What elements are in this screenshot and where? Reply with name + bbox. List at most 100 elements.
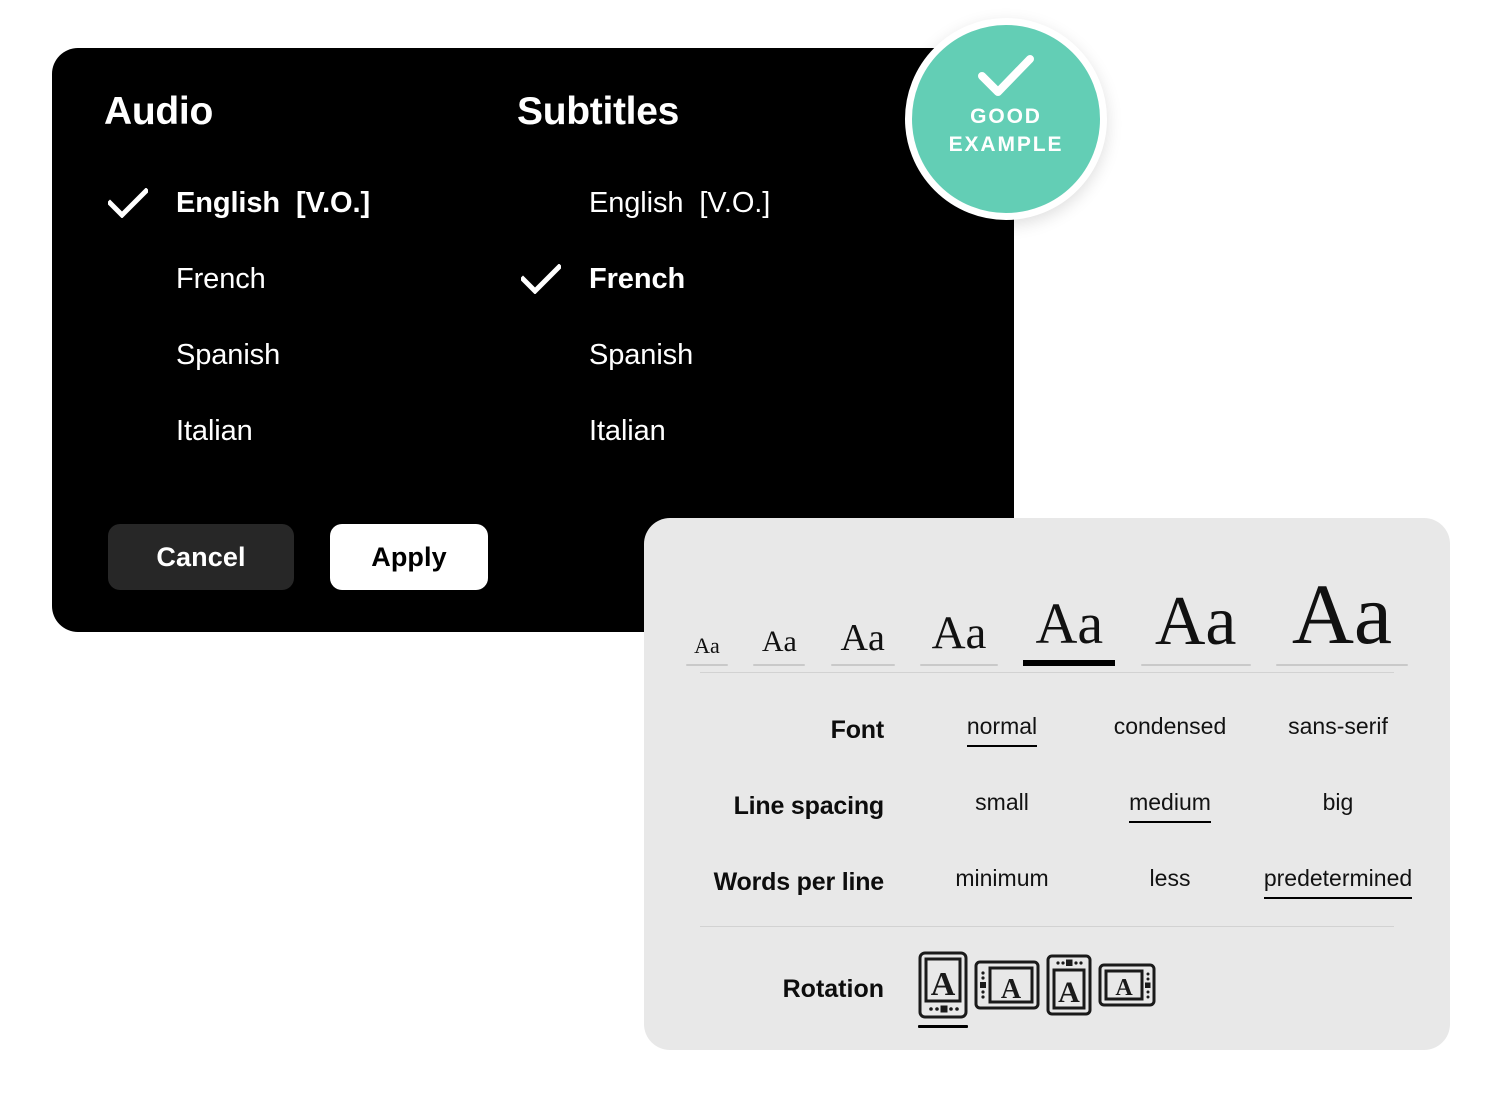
screenshot-stage: Audio English [V.O.] French Spanish Ital… — [0, 0, 1500, 1100]
audio-option-label: Italian — [176, 414, 253, 447]
font-size-glyph: Aa — [694, 633, 720, 658]
rotation-options: A A A A — [918, 951, 1156, 1028]
subtitles-column: Subtitles English [V.O.] French Spanish … — [517, 92, 937, 469]
font-option-label: sans-serif — [1288, 713, 1388, 739]
font-option-sans-serif[interactable]: sans-serif — [1254, 713, 1422, 747]
svg-text:A: A — [1001, 974, 1022, 1005]
font-size-glyph: Aa — [1154, 583, 1237, 660]
audio-option-list: English [V.O.] French Spanish Italian — [104, 165, 504, 469]
words-per-line-option-label: minimum — [955, 865, 1049, 891]
font-size-underline — [830, 664, 895, 666]
font-option-label: normal — [966, 713, 1038, 747]
setting-row-rotation: Rotation A A A A — [672, 948, 1422, 1030]
rotation-option-2[interactable]: A — [974, 960, 1040, 1019]
words-per-line-option-label: less — [1149, 865, 1191, 891]
subtitles-option-french[interactable]: French — [517, 241, 937, 317]
font-size-option-4[interactable]: Aa — [919, 607, 998, 666]
font-option-condensed[interactable]: condensed — [1086, 713, 1254, 747]
good-example-badge: GOOD EXAMPLE — [905, 18, 1107, 220]
cancel-button[interactable]: Cancel — [108, 524, 294, 590]
text-settings-panel: Aa Aa Aa Aa Aa Aa Aa Font normal condens… — [644, 518, 1450, 1050]
font-size-option-3[interactable]: Aa — [830, 617, 895, 666]
setting-options-font: normal condensed sans-serif — [918, 713, 1422, 747]
audio-option-label: Spanish — [176, 338, 281, 371]
subtitles-option-label: English [V.O.] — [589, 186, 771, 219]
audio-option-label: English [V.O.] — [176, 186, 371, 219]
line-spacing-option-big[interactable]: big — [1254, 789, 1422, 823]
badge-text: GOOD EXAMPLE — [949, 103, 1064, 158]
device-landscape-right-icon: A — [1098, 963, 1156, 1007]
subtitles-option-label: Italian — [589, 414, 666, 447]
check-icon — [978, 55, 1034, 97]
line-spacing-option-medium[interactable]: medium — [1086, 789, 1254, 823]
device-landscape-left-icon: A — [974, 960, 1040, 1010]
audio-option-italian[interactable]: Italian — [104, 393, 504, 469]
font-size-sampler: Aa Aa Aa Aa Aa Aa Aa — [672, 544, 1422, 666]
rotation-underline — [918, 1024, 968, 1028]
font-size-option-1[interactable]: Aa — [686, 635, 728, 666]
font-size-glyph: Aa — [1035, 591, 1104, 656]
font-option-normal[interactable]: normal — [918, 713, 1086, 747]
check-icon — [108, 188, 148, 218]
font-size-glyph: Aa — [761, 625, 797, 658]
font-size-underline — [1140, 664, 1251, 666]
font-size-option-6[interactable]: Aa — [1140, 583, 1251, 666]
words-per-line-option-less[interactable]: less — [1086, 865, 1254, 899]
subtitles-option-italian[interactable]: Italian — [517, 393, 937, 469]
divider-bottom — [700, 926, 1394, 927]
line-spacing-option-label: small — [975, 789, 1029, 815]
setting-label-words-per-line: Words per line — [713, 867, 885, 896]
font-size-glyph: Aa — [840, 617, 885, 659]
audio-english-check-slot — [104, 188, 176, 218]
font-size-underline — [1023, 660, 1116, 666]
font-size-underline — [753, 664, 806, 666]
setting-label-rotation: Rotation — [782, 974, 884, 1003]
device-portrait-up-icon: A — [918, 951, 968, 1019]
text-settings-inner: Aa Aa Aa Aa Aa Aa Aa Font normal condens… — [672, 518, 1422, 1050]
subtitles-option-label: Spanish — [589, 338, 694, 371]
device-portrait-down-icon: A — [1046, 954, 1092, 1016]
line-spacing-option-label: big — [1322, 789, 1354, 815]
font-size-option-7[interactable]: Aa — [1275, 566, 1408, 666]
setting-row-font: Font normal condensed sans-serif — [672, 692, 1422, 768]
audio-column: Audio English [V.O.] French Spanish Ital… — [104, 92, 504, 469]
subtitles-option-label: French — [589, 262, 686, 295]
font-size-glyph: Aa — [1291, 566, 1393, 662]
font-size-option-5[interactable]: Aa — [1023, 591, 1116, 666]
svg-text:A: A — [1058, 976, 1080, 1009]
rotation-underline — [1046, 1022, 1092, 1025]
audio-option-spanish[interactable]: Spanish — [104, 317, 504, 393]
font-size-underline — [919, 664, 998, 666]
dialog-actions: Cancel Apply — [108, 524, 488, 590]
subtitles-option-english[interactable]: English [V.O.] — [517, 165, 937, 241]
apply-button[interactable]: Apply — [330, 524, 488, 590]
words-per-line-option-predetermined[interactable]: predetermined — [1254, 865, 1422, 899]
setting-label-font: Font — [830, 715, 885, 744]
setting-options-words-per-line: minimum less predetermined — [918, 865, 1422, 899]
rotation-underline — [1098, 1013, 1156, 1016]
words-per-line-option-minimum[interactable]: minimum — [918, 865, 1086, 899]
subtitles-column-title: Subtitles — [517, 90, 679, 133]
badge-line-2: EXAMPLE — [948, 132, 1064, 156]
text-settings-rows: Font normal condensed sans-serif Line sp… — [672, 692, 1422, 920]
badge-line-1: GOOD — [970, 105, 1042, 128]
setting-options-line-spacing: small medium big — [918, 789, 1422, 823]
font-size-glyph: Aa — [931, 607, 987, 659]
audio-option-french[interactable]: French — [104, 241, 504, 317]
rotation-underline — [974, 1016, 1040, 1019]
subtitles-option-spanish[interactable]: Spanish — [517, 317, 937, 393]
setting-label-line-spacing: Line spacing — [733, 791, 885, 820]
rotation-option-3[interactable]: A — [1046, 954, 1092, 1025]
line-spacing-option-small[interactable]: small — [918, 789, 1086, 823]
check-icon — [521, 264, 561, 294]
rotation-option-1[interactable]: A — [918, 951, 968, 1028]
font-option-label: condensed — [1113, 713, 1227, 739]
audio-option-label: French — [176, 262, 266, 295]
font-size-option-2[interactable]: Aa — [753, 625, 806, 666]
words-per-line-option-label: predetermined — [1263, 865, 1413, 899]
font-size-underline — [1275, 664, 1408, 666]
audio-column-title: Audio — [104, 90, 213, 133]
svg-text:A: A — [931, 966, 956, 1003]
rotation-option-4[interactable]: A — [1098, 963, 1156, 1016]
audio-option-english[interactable]: English [V.O.] — [104, 165, 504, 241]
